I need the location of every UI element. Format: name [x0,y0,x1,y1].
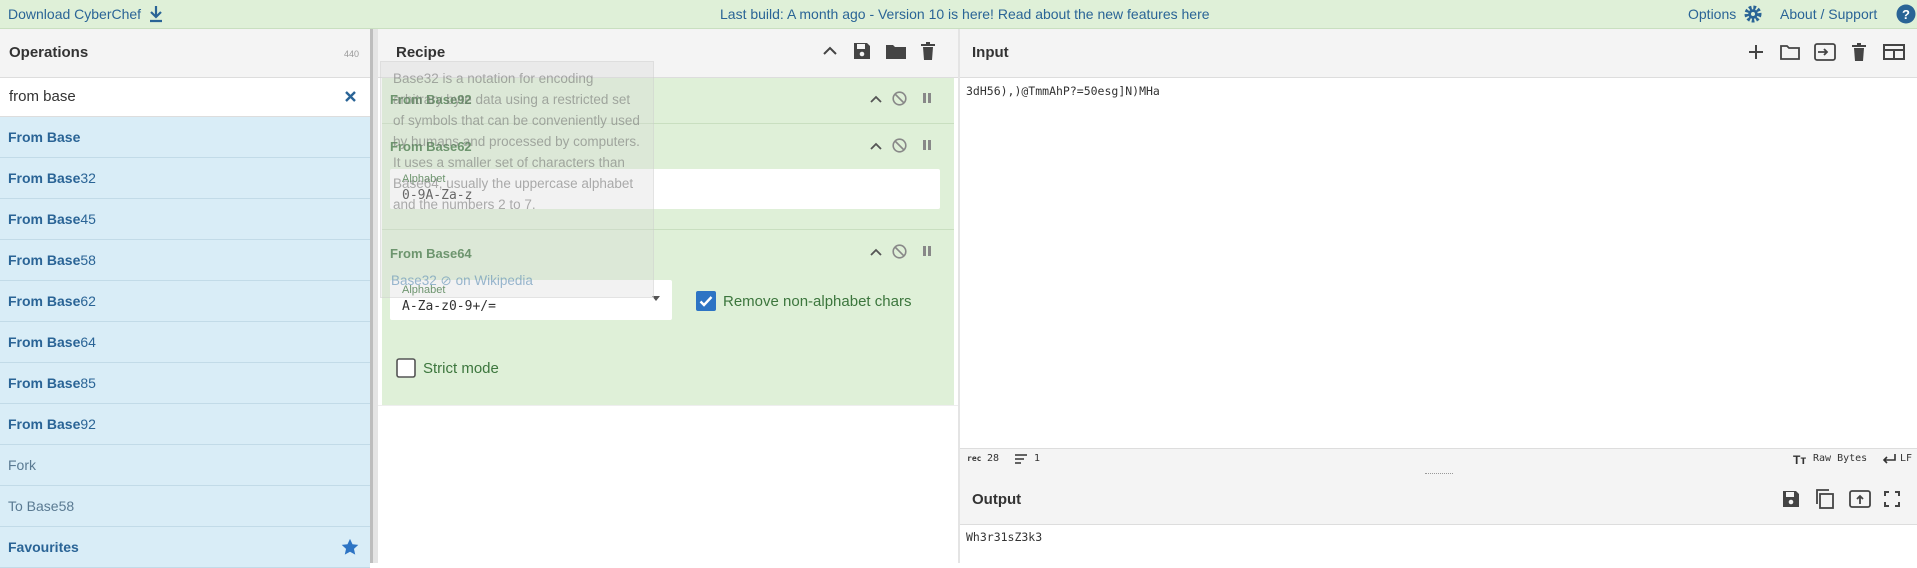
wikipedia-link[interactable]: Base32 ⊘ on Wikipedia [391,270,533,291]
operations-resize-handle[interactable] [370,29,378,563]
replace-input-icon[interactable] [1849,490,1871,508]
input-header: Input [960,29,1917,78]
operations-count: 440 [344,49,360,59]
input-textarea[interactable]: 3dH56),)@TmmAhP?=50esg]N)MHa [966,84,1160,98]
output-title: Output [972,491,1022,508]
op-from-base62[interactable]: From Base62 [0,281,370,322]
operation-description-tooltip: Base32 is a notation for encoding arbitr… [380,61,654,298]
chevron-up-icon[interactable] [870,248,882,256]
operations-title: Operations [9,44,89,61]
clear-search-icon[interactable] [344,90,357,103]
text-encoding-icon: Tт [1793,453,1807,467]
alphabet-value[interactable]: A-Za-z0-9+/= [402,299,496,314]
output-textarea[interactable]: Wh3r31sZ3k3 [966,530,1042,544]
pause-icon[interactable] [922,92,932,104]
top-banner: Download CyberChef Last build: A month a… [0,0,1917,29]
layout-icon[interactable] [1883,44,1905,60]
tooltip-text: Base32 is a notation for encoding arbitr… [393,71,640,212]
disable-icon[interactable] [892,91,907,106]
svg-text:?: ? [1902,7,1910,22]
help-icon[interactable]: ? [1896,4,1916,24]
build-notice-link[interactable]: Last build: A month ago - Version 10 is … [720,6,1210,22]
search-input[interactable]: from base [9,88,76,105]
options-link[interactable]: Options [1688,6,1736,22]
eol-icon [1882,454,1896,464]
disable-icon[interactable] [892,244,907,259]
op-from-base64[interactable]: From Base64 [0,322,370,363]
clear-input-trash-icon[interactable] [1851,43,1867,61]
input-length: 28 [987,453,1000,464]
search-box: from base [0,78,370,117]
remove-nonalphabet-label: Remove non-alphabet chars [723,293,912,310]
op-from-base92[interactable]: From Base92 [0,404,370,445]
open-folder-icon[interactable] [1780,44,1800,60]
input-title: Input [972,44,1009,61]
recipe-title: Recipe [396,44,446,61]
pause-icon[interactable] [922,245,932,257]
op-from-base32[interactable]: From Base32 [0,158,370,199]
input-encoding[interactable]: Raw Bytes [1813,453,1867,464]
gear-icon[interactable] [1743,4,1763,24]
clear-recipe-trash-icon[interactable] [920,42,936,60]
length-icon: rec [967,454,982,463]
save-output-icon[interactable] [1782,490,1800,508]
maximize-icon[interactable] [1884,491,1900,507]
op-fork[interactable]: Fork [0,445,370,486]
input-lines: 1 [1034,453,1041,464]
op-from-base[interactable]: From Base [0,117,370,158]
disable-icon[interactable] [892,138,907,153]
copy-output-icon[interactable] [1815,489,1835,509]
lines-icon [1015,454,1027,464]
strict-mode-checkbox[interactable] [396,358,416,378]
input-eol[interactable]: LF [1900,453,1912,464]
about-support-link[interactable]: About / Support [1780,6,1877,22]
recipe-divider [378,405,958,406]
operations-panel: Operations 440 from base From Base From … [0,29,370,568]
chevron-up-icon[interactable] [870,142,882,150]
star-icon [333,538,359,556]
download-icon[interactable] [148,5,164,23]
favourites-category[interactable]: Favourites [0,527,370,568]
download-cyberchef-link[interactable]: Download CyberChef [8,6,141,22]
op-to-base58[interactable]: To Base58 [0,486,370,527]
save-recipe-icon[interactable] [853,42,871,60]
op-from-base58[interactable]: From Base58 [0,240,370,281]
io-panel: Input 3dH56),)@TmmAhP?=50esg]N)MHa rec 2… [960,29,1917,563]
input-status-bar: rec 28 1 Tт Raw Bytes LF [960,448,1917,471]
pause-icon[interactable] [922,139,932,151]
op-from-base45[interactable]: From Base45 [0,199,370,240]
op-from-base85[interactable]: From Base85 [0,363,370,404]
output-header: Output [960,476,1917,525]
chevron-up-icon[interactable] [870,95,882,103]
chevron-up-icon[interactable] [823,46,837,56]
open-file-icon[interactable] [1814,43,1836,61]
add-tab-icon[interactable] [1749,45,1763,59]
strict-mode-label: Strict mode [423,360,499,377]
remove-nonalphabet-checkbox[interactable] [696,291,716,311]
operations-header: Operations 440 [0,29,370,78]
load-recipe-folder-icon[interactable] [886,43,906,59]
